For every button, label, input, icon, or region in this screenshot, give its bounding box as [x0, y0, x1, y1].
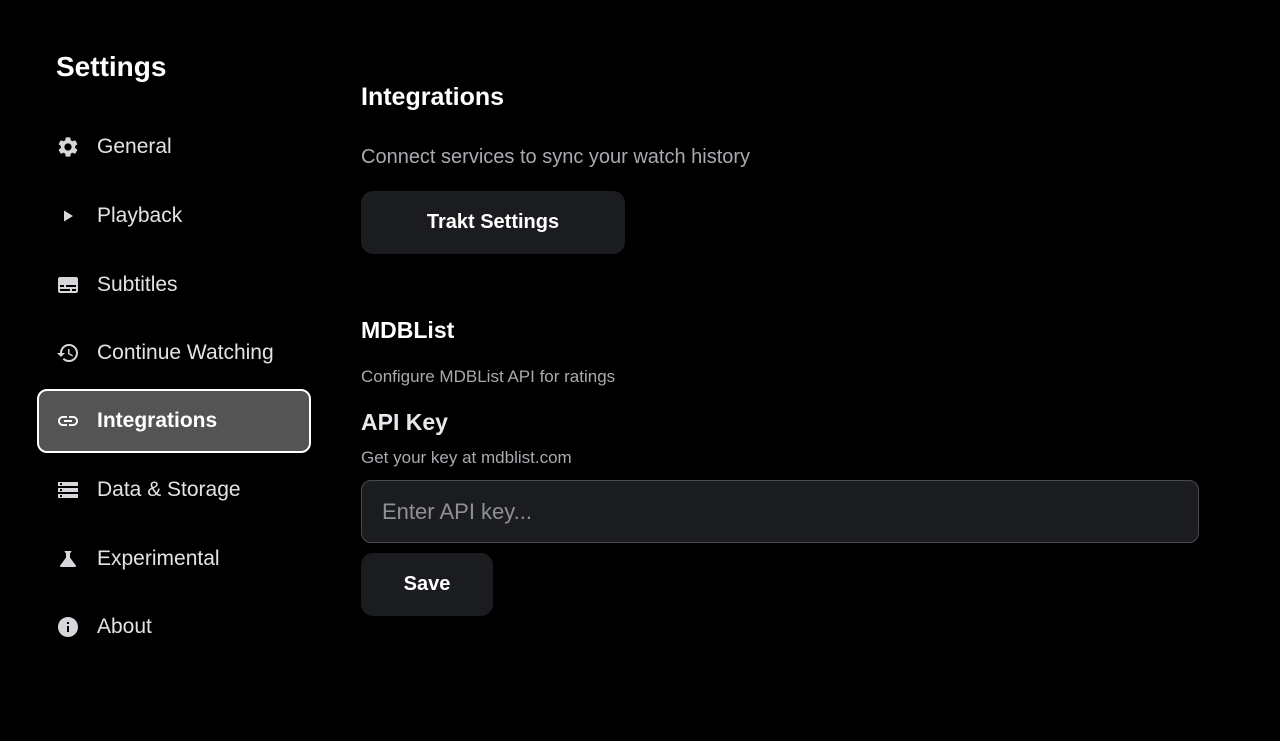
- sidebar-item-label: Continue Watching: [97, 341, 274, 364]
- sidebar-item-label: General: [97, 135, 172, 158]
- sidebar-item-label: Integrations: [97, 409, 218, 432]
- flask-icon: [56, 547, 80, 571]
- sidebar-title: Settings: [56, 51, 167, 82]
- sidebar-item-playback[interactable]: Playback: [37, 184, 311, 248]
- mdblist-section-description: Configure MDBList API for ratings: [361, 367, 616, 386]
- storage-icon: [56, 478, 80, 502]
- gear-icon: [56, 135, 80, 159]
- mdblist-section-title: MDBList: [361, 317, 455, 343]
- sidebar-item-continue-watching[interactable]: Continue Watching: [37, 321, 311, 385]
- info-icon: [56, 615, 80, 639]
- sidebar-item-label: About: [97, 615, 152, 638]
- sidebar-item-integrations[interactable]: Integrations: [37, 389, 311, 453]
- sidebar-item-data-storage[interactable]: Data & Storage: [37, 458, 311, 522]
- sidebar-item-label: Subtitles: [97, 273, 178, 296]
- sidebar-item-about[interactable]: About: [37, 595, 311, 659]
- sidebar-item-label: Experimental: [97, 547, 220, 570]
- trakt-settings-button[interactable]: Trakt Settings: [361, 191, 625, 254]
- page-title: Integrations: [361, 83, 505, 111]
- page-subtitle: Connect services to sync your watch hist…: [361, 146, 751, 168]
- api-key-hint: Get your key at mdblist.com: [361, 448, 572, 467]
- api-key-input[interactable]: [361, 480, 1199, 543]
- sidebar-item-general[interactable]: General: [37, 115, 311, 179]
- save-button[interactable]: Save: [361, 553, 493, 616]
- sidebar-item-experimental[interactable]: Experimental: [37, 527, 311, 591]
- subtitles-icon: [56, 273, 80, 297]
- sidebar-item-label: Playback: [97, 204, 183, 227]
- sidebar-item-subtitles[interactable]: Subtitles: [37, 253, 311, 317]
- play-icon: [56, 204, 80, 228]
- history-icon: [56, 341, 80, 365]
- api-key-label: API Key: [361, 409, 448, 435]
- link-icon: [56, 409, 80, 433]
- sidebar-item-label: Data & Storage: [97, 478, 241, 501]
